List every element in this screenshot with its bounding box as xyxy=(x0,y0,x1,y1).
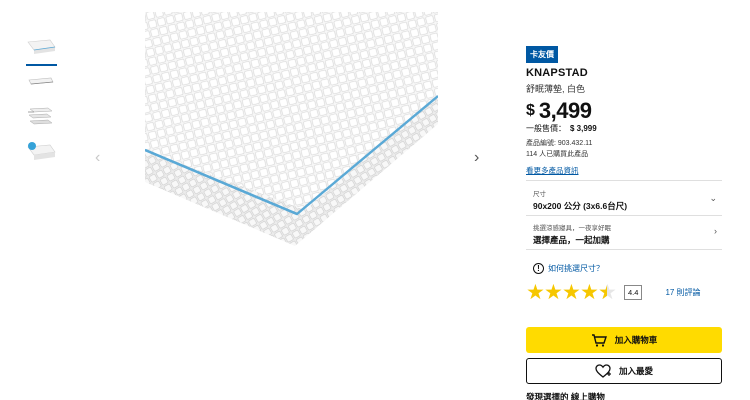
member-price-badge: 卡友價 xyxy=(526,46,558,63)
regular-price: 一般售價： $ 3,999 xyxy=(526,123,722,134)
product-rating: ★ ★ ★ ★ ★ 4.4 17 則評論 xyxy=(526,282,701,303)
divider xyxy=(526,180,722,181)
prev-image-button[interactable]: ‹ xyxy=(95,150,100,166)
article-number: 產品編號: 903.432.11 xyxy=(526,140,593,147)
star-full-icon: ★ xyxy=(544,281,563,304)
product-name: KNAPSTAD xyxy=(526,67,588,79)
thumbnail-list xyxy=(26,36,58,176)
purchased-count: 114 人已購買此產品 xyxy=(526,151,589,158)
thumbnail-mattress-flat[interactable] xyxy=(26,71,56,95)
star-half-icon: ★ xyxy=(598,282,617,303)
thumbnail-mattress-corner-badge[interactable] xyxy=(26,141,56,165)
rating-score: 4.4 xyxy=(624,285,643,300)
price-currency: $ xyxy=(526,102,535,119)
regular-price-label: 一般售價： xyxy=(526,124,566,133)
footer-cut-text: 發現選擇的 線上購物 xyxy=(526,392,605,400)
add-to-favorites-button[interactable]: 加入最愛 xyxy=(526,358,722,384)
thumbnail-mattress-corner[interactable] xyxy=(26,36,57,66)
divider xyxy=(526,249,722,250)
more-info-link[interactable]: 看更多產品資訊 xyxy=(526,165,579,176)
add-to-cart-label: 加入購物車 xyxy=(614,335,658,345)
product-description: 舒眠薄墊, 白色 xyxy=(526,84,586,94)
product-price: $ 3,499 xyxy=(526,100,722,122)
heart-icon xyxy=(595,364,611,378)
bundle-selector[interactable]: 挑選涼感寢具，一夜享好眠 選擇產品，一起加購 › xyxy=(533,222,721,246)
star-full-icon: ★ xyxy=(562,281,581,304)
add-to-cart-button[interactable]: 加入購物車 xyxy=(526,327,722,353)
chevron-down-icon: ⌄ xyxy=(709,193,717,203)
reviews-link[interactable]: 17 則評論 xyxy=(665,287,700,298)
chevron-right-icon: › xyxy=(714,226,717,236)
bundle-value: 選擇產品，一起加購 xyxy=(533,235,610,245)
size-help-link[interactable]: ! 如何挑選尺寸？ xyxy=(533,263,604,274)
size-selector[interactable]: 尺寸 90x200 公分 (3x6.6台尺) ⌄ xyxy=(533,188,721,212)
bundle-label: 挑選涼感寢具，一夜享好眠 xyxy=(533,225,611,232)
size-label: 尺寸 xyxy=(533,191,546,198)
size-help-text: 如何挑選尺寸？ xyxy=(548,264,604,273)
regular-price-value: $ 3,999 xyxy=(570,124,597,133)
next-image-button[interactable]: › xyxy=(474,150,479,166)
product-image xyxy=(145,12,438,252)
product-meta: 產品編號: 903.432.11 114 人已購買此產品 xyxy=(526,138,722,160)
star-full-icon: ★ xyxy=(580,281,599,304)
price-amount: 3,499 xyxy=(538,98,592,123)
star-full-icon: ★ xyxy=(526,281,545,304)
divider xyxy=(526,215,722,216)
cart-icon xyxy=(591,333,607,347)
add-to-favorites-label: 加入最愛 xyxy=(618,366,653,376)
info-icon: ! xyxy=(533,263,544,274)
thumbnail-mattress-layers[interactable] xyxy=(26,106,56,130)
product-info: 卡友價 KNAPSTAD 舒眠薄墊, 白色 $ 3,499 一般售價： $ 3,9… xyxy=(526,44,722,178)
size-value: 90x200 公分 (3x6.6台尺) xyxy=(533,201,628,211)
badge-dot-icon xyxy=(28,142,36,150)
